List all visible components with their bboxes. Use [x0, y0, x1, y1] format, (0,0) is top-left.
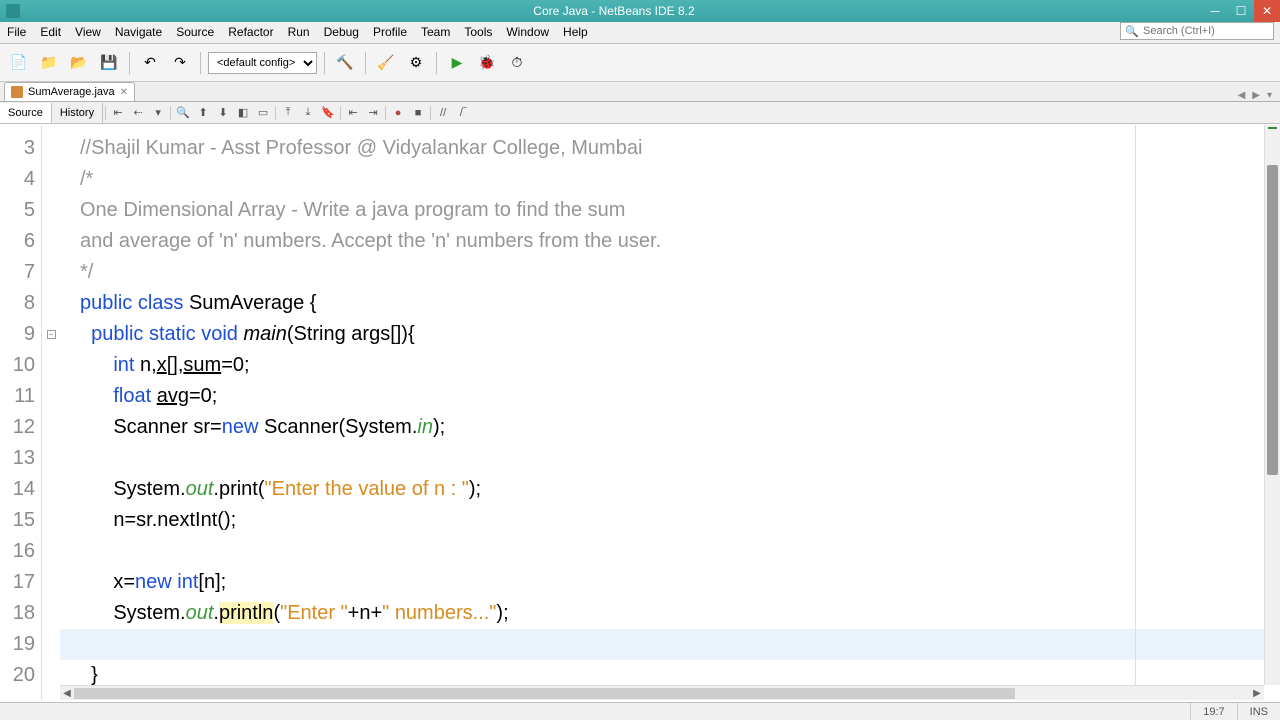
editor-tb-macro-record[interactable]: ● [388, 104, 408, 122]
build-button[interactable]: 🔨 [332, 50, 358, 76]
editor-tb-next-bookmark[interactable]: ⤓ [298, 104, 318, 122]
status-insert-mode: INS [1237, 703, 1280, 720]
hscroll-thumb[interactable] [74, 688, 1015, 699]
global-search[interactable]: 🔍 [1120, 22, 1274, 40]
redo-button[interactable]: ↷ [167, 50, 193, 76]
minimize-button[interactable]: ─ [1202, 0, 1228, 22]
search-input[interactable] [1143, 23, 1273, 39]
menu-debug[interactable]: Debug [317, 22, 366, 43]
editor-tb-macro-stop[interactable]: ■ [408, 104, 428, 122]
menu-refactor[interactable]: Refactor [221, 22, 280, 43]
menu-help[interactable]: Help [556, 22, 595, 43]
search-icon: 🔍 [1121, 25, 1143, 38]
tab-close-icon[interactable]: ✕ [120, 87, 128, 98]
save-all-button[interactable]: 💾 [96, 50, 122, 76]
editor-tb-shift-left[interactable]: ⇤ [343, 104, 363, 122]
tab-sumaverage[interactable]: SumAverage.java ✕ [4, 82, 135, 101]
menu-team[interactable]: Team [414, 22, 457, 43]
editor-tb-back[interactable]: ⇠ [128, 104, 148, 122]
menu-file[interactable]: File [0, 22, 33, 43]
right-margin-line [1135, 125, 1136, 700]
config-select[interactable]: <default config> [208, 52, 317, 74]
menu-navigate[interactable]: Navigate [108, 22, 169, 43]
editor-tb-forward[interactable]: ▾ [148, 104, 168, 122]
editor-tb-uncomment[interactable]: /‾ [453, 104, 473, 122]
tab-prev-icon[interactable]: ◀ [1236, 90, 1248, 101]
editor-tb-toggle-rect[interactable]: ▭ [253, 104, 273, 122]
generate-button[interactable]: ⚙ [403, 50, 429, 76]
run-button[interactable]: ▶ [444, 50, 470, 76]
editor-tb-find-prev[interactable]: ⬆ [193, 104, 213, 122]
hscroll-right-icon[interactable]: ▶ [1250, 688, 1264, 699]
editor-header: Source History ⇤ ⇠ ▾ 🔍 ⬆ ⬇ ◧ ▭ ⤒ ⤓ 🔖 ⇤ ⇥… [0, 102, 1280, 124]
editor-tabs: SumAverage.java ✕ ◀ ▶ ▾ [0, 82, 1280, 102]
editor-tb-shift-right[interactable]: ⇥ [363, 104, 383, 122]
debug-button[interactable]: 🐞 [474, 50, 500, 76]
close-button[interactable]: ✕ [1254, 0, 1280, 22]
fold-gutter: − [42, 125, 60, 700]
editor-area[interactable]: 34567891011121314151617181920 − //Shajil… [0, 125, 1280, 700]
scroll-mark [1268, 127, 1277, 129]
main-toolbar: 📄 📁 📂 💾 ↶ ↷ <default config> 🔨 🧹 ⚙ ▶ 🐞 ⏱ [0, 44, 1280, 82]
editor-tb-find-selection[interactable]: 🔍 [173, 104, 193, 122]
editor-tb-find-next[interactable]: ⬇ [213, 104, 233, 122]
menu-run[interactable]: Run [281, 22, 317, 43]
menu-bar: File Edit View Navigate Source Refactor … [0, 22, 1280, 44]
editor-tb-comment[interactable]: // [433, 104, 453, 122]
line-number-gutter: 34567891011121314151617181920 [0, 125, 42, 700]
tab-next-icon[interactable]: ▶ [1250, 90, 1262, 101]
undo-button[interactable]: ↶ [137, 50, 163, 76]
window-title: Core Java - NetBeans IDE 8.2 [26, 4, 1202, 18]
hscroll-left-icon[interactable]: ◀ [60, 688, 74, 699]
menu-view[interactable]: View [68, 22, 108, 43]
java-file-icon [11, 86, 23, 98]
subtab-history[interactable]: History [52, 103, 103, 123]
clean-build-button[interactable]: 🧹 [373, 50, 399, 76]
maximize-button[interactable]: ☐ [1228, 0, 1254, 22]
subtab-source[interactable]: Source [0, 103, 52, 123]
menu-edit[interactable]: Edit [33, 22, 68, 43]
title-bar: Core Java - NetBeans IDE 8.2 ─ ☐ ✕ [0, 0, 1280, 22]
editor-tb-toggle-highlight[interactable]: ◧ [233, 104, 253, 122]
tab-label: SumAverage.java [28, 86, 115, 98]
vertical-scrollbar[interactable] [1264, 125, 1280, 685]
menu-tools[interactable]: Tools [457, 22, 499, 43]
app-logo-icon [6, 4, 20, 18]
status-bar: 19:7 INS [0, 702, 1280, 720]
menu-window[interactable]: Window [499, 22, 556, 43]
tab-list-icon[interactable]: ▾ [1265, 90, 1274, 101]
menu-source[interactable]: Source [169, 22, 221, 43]
editor-tb-prev-bookmark[interactable]: ⤒ [278, 104, 298, 122]
new-file-button[interactable]: 📄 [6, 50, 32, 76]
profile-button[interactable]: ⏱ [504, 50, 530, 76]
editor-tb-toggle-bookmark[interactable]: 🔖 [318, 104, 338, 122]
horizontal-scrollbar[interactable]: ◀ ▶ [60, 685, 1264, 700]
menu-profile[interactable]: Profile [366, 22, 414, 43]
new-project-button[interactable]: 📁 [36, 50, 62, 76]
status-caret-position: 19:7 [1190, 703, 1236, 720]
scroll-thumb[interactable] [1267, 165, 1278, 475]
editor-tb-last-edit[interactable]: ⇤ [108, 104, 128, 122]
open-project-button[interactable]: 📂 [66, 50, 92, 76]
code-content[interactable]: //Shajil Kumar - Asst Professor @ Vidyal… [60, 125, 1280, 700]
